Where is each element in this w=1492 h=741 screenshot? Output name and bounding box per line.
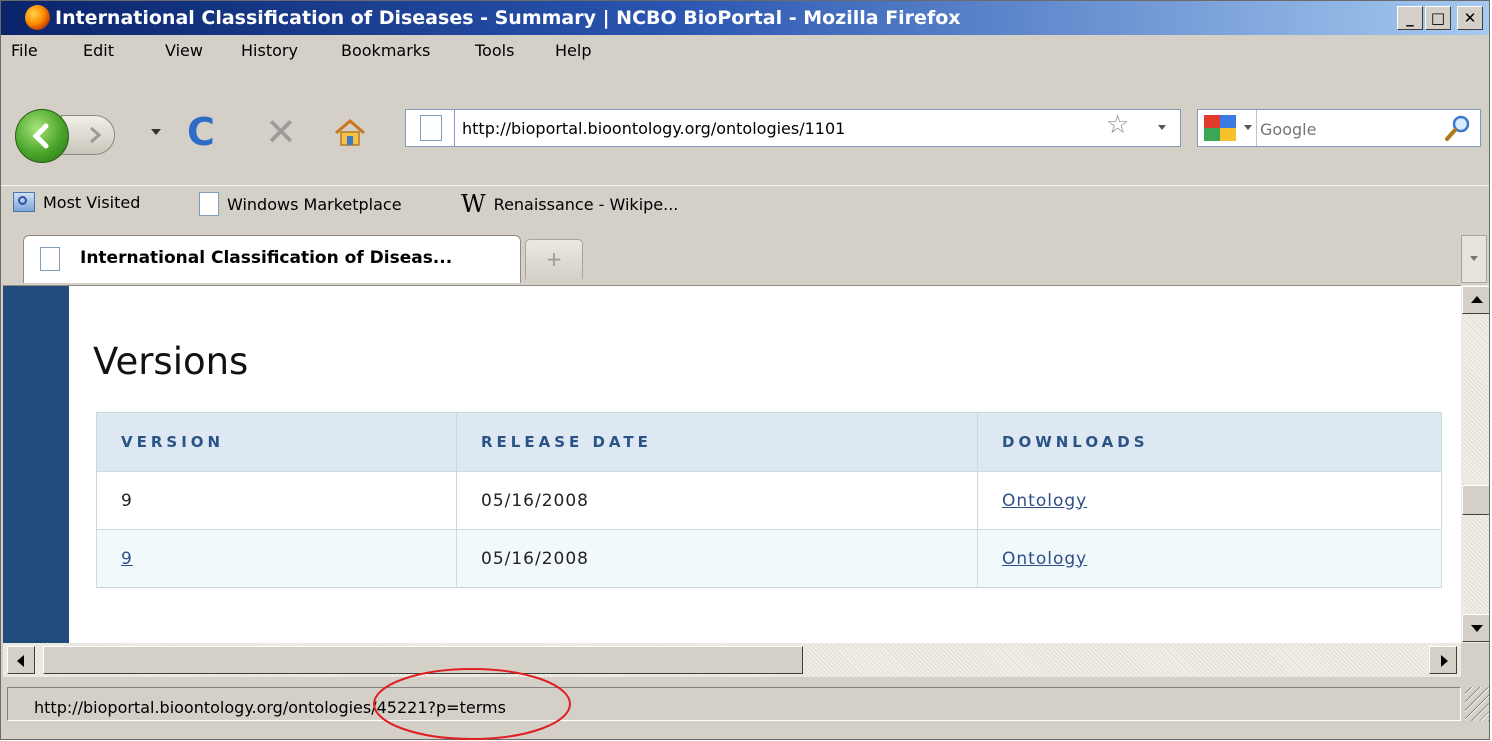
status-text: http://bioportal.bioontology.org/ontolog… [34,698,506,717]
bookmark-renaissance[interactable]: W Renaissance - Wikipe... [461,192,678,216]
bookmarks-toolbar: Most Visited Windows Marketplace W Renai… [1,185,1489,222]
status-bar: http://bioportal.bioontology.org/ontolog… [1,683,1489,739]
title-bar: International Classification of Diseases… [1,1,1489,35]
vertical-scroll-thumb[interactable] [1462,485,1489,515]
url-divider [454,110,455,146]
folder-icon [13,192,35,212]
menu-file[interactable]: File [11,41,38,60]
ontology-download-link[interactable]: Ontology [1002,491,1087,511]
page-icon [40,247,60,271]
status-panel: http://bioportal.bioontology.org/ontolog… [7,687,1461,721]
column-header-downloads: DOWNLOADS [977,412,1442,472]
table-header-row: VERSION RELEASE DATE DOWNLOADS [96,412,1442,472]
download-cell: Ontology [977,471,1442,530]
vertical-scrollbar[interactable] [1461,285,1489,643]
browser-window: International Classification of Diseases… [0,0,1490,740]
bookmark-star-icon[interactable]: ☆ [1106,112,1129,138]
maximize-button[interactable]: □ [1425,6,1451,30]
stop-icon[interactable]: ✕ [265,113,297,151]
scroll-up-button[interactable] [1462,286,1489,314]
close-button[interactable]: ✕ [1457,6,1483,30]
new-tab-button[interactable]: + [525,239,583,279]
window-title: International Classification of Diseases… [55,7,961,29]
page-heading: Versions [93,340,249,383]
menu-bar: File Edit View History Bookmarks Tools H… [1,37,1489,63]
column-header-release-date: RELEASE DATE [456,412,978,472]
scroll-left-button[interactable] [7,646,35,674]
back-arrow-icon [32,123,49,149]
search-bar[interactable] [1197,109,1481,147]
back-button[interactable] [15,109,69,163]
reload-icon[interactable]: C [187,113,215,151]
version-cell: 9 [96,471,457,530]
scroll-right-button[interactable] [1429,646,1457,674]
column-header-version: VERSION [96,412,457,472]
search-engine-icon[interactable] [1204,115,1236,141]
bookmark-label: Most Visited [43,192,141,212]
menu-bookmarks[interactable]: Bookmarks [341,41,430,60]
ontology-download-link[interactable]: Ontology [1002,549,1087,569]
tab-label: International Classification of Diseas..… [80,248,453,268]
horizontal-scrollbar[interactable] [3,643,1461,677]
bookmark-label: Windows Marketplace [227,194,402,214]
table-row: 9 05/16/2008 Ontology [96,471,1442,530]
page-icon [420,115,442,141]
search-engine-dropdown-icon[interactable] [1244,125,1252,130]
home-icon[interactable] [333,119,367,147]
tab-bar: International Classification of Diseas..… [1,227,1489,285]
url-bar[interactable]: http://bioportal.bioontology.org/ontolog… [405,109,1181,147]
page-icon [199,192,219,216]
page-left-accent-bar [3,286,69,644]
window-controls: _ □ ✕ [1397,6,1483,30]
version-cell: 9 [96,529,457,588]
minimize-button[interactable]: _ [1397,6,1423,30]
version-link[interactable]: 9 [121,549,133,569]
list-all-tabs-button[interactable] [1461,235,1487,283]
menu-help[interactable]: Help [555,41,591,60]
versions-table: VERSION RELEASE DATE DOWNLOADS 9 05/16/2… [96,412,1442,588]
navigation-toolbar: C ✕ http://bioportal.bioontology.org/ont… [1,95,1489,165]
url-text[interactable]: http://bioportal.bioontology.org/ontolog… [462,119,845,138]
bookmark-label: Renaissance - Wikipe... [493,194,679,214]
forward-arrow-icon [90,126,102,144]
menu-history[interactable]: History [241,41,298,60]
bookmark-most-visited[interactable]: Most Visited [13,192,140,212]
search-icon[interactable] [1444,114,1472,142]
scroll-down-button[interactable] [1462,614,1489,642]
release-date-cell: 05/16/2008 [456,529,978,588]
release-date-cell: 05/16/2008 [456,471,978,530]
menu-tools[interactable]: Tools [475,41,514,60]
search-input[interactable] [1258,115,1432,143]
horizontal-scroll-thumb[interactable] [43,646,803,674]
forward-button[interactable] [61,115,115,155]
menu-edit[interactable]: Edit [83,41,114,60]
tab-active[interactable]: International Classification of Diseas..… [23,235,521,283]
page-viewport: Versions VERSION RELEASE DATE DOWNLOADS … [3,285,1461,644]
download-cell: Ontology [977,529,1442,588]
url-dropdown-icon[interactable] [1158,125,1166,130]
resize-grip-icon[interactable] [1465,687,1489,721]
search-divider [1256,110,1257,146]
bookmark-windows-marketplace[interactable]: Windows Marketplace [199,192,402,216]
history-dropdown-icon[interactable] [151,129,161,135]
firefox-icon [25,5,50,30]
scrollbar-corner [1461,643,1489,677]
table-row: 9 05/16/2008 Ontology [96,529,1442,588]
wikipedia-icon: W [461,190,486,218]
menu-view[interactable]: View [165,41,203,60]
